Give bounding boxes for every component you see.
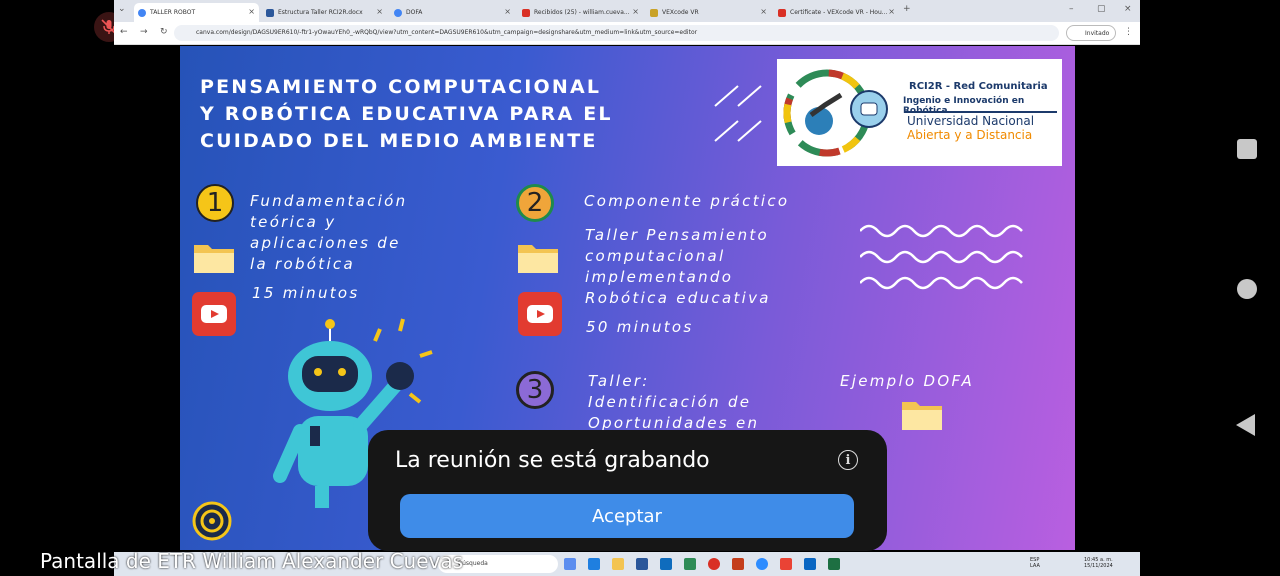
forward-icon[interactable]: → — [140, 27, 148, 37]
tab-gmail[interactable]: Recibidos (25) - william.cueva... × — [518, 3, 643, 22]
number-3-badge: 3 — [516, 371, 554, 409]
slide-title: PENSAMIENTO COMPUTACIONAL Y ROBÓTICA EDU… — [200, 76, 613, 152]
reload-icon[interactable]: ↻ — [160, 27, 168, 37]
decorative-slashes — [714, 85, 762, 142]
app-icon[interactable] — [636, 558, 648, 570]
app-icon[interactable] — [588, 558, 600, 570]
accept-button[interactable]: Aceptar — [400, 494, 854, 538]
canva-icon — [138, 8, 146, 17]
tab-certificate[interactable]: Certificate - VEXcode VR - Hou... × — [774, 3, 899, 22]
url-field[interactable]: canva.com/design/DAGSU9ER610/-ftr1-yOwau… — [174, 25, 1059, 41]
new-tab-icon[interactable]: + — [903, 4, 911, 14]
vexcode-icon — [778, 8, 786, 17]
browser-tab-bar: ⌄ TALLER ROBOT × Estructura Taller RCI2R… — [114, 0, 1140, 22]
guest-profile-button[interactable]: Invitado — [1066, 25, 1116, 41]
minimize-icon[interactable]: – — [1069, 4, 1074, 14]
close-icon[interactable]: × — [376, 7, 383, 16]
close-icon[interactable]: × — [888, 7, 895, 16]
folder-icon[interactable] — [900, 398, 944, 432]
close-icon[interactable]: × — [248, 7, 255, 16]
screen-sharer-caption: Pantalla de ETR William Alexander Cuevas — [40, 549, 464, 573]
recents-button[interactable] — [1237, 139, 1257, 159]
excel-icon[interactable] — [828, 558, 840, 570]
unad-logo: RCI2R - Red Comunitaria Ingenio e Innova… — [777, 59, 1062, 166]
decorative-waves — [860, 224, 1023, 290]
canva-icon — [394, 8, 402, 17]
gmail-icon — [522, 8, 530, 17]
number-2-badge: 2 — [516, 184, 554, 222]
chrome-icon[interactable] — [708, 558, 720, 570]
home-button[interactable] — [1237, 279, 1257, 299]
folder-icon[interactable] — [192, 241, 236, 275]
zoom-icon[interactable] — [756, 558, 768, 570]
app-icon[interactable] — [564, 558, 576, 570]
logo-divider — [905, 111, 1057, 113]
info-icon[interactable]: i — [838, 450, 858, 470]
back-button[interactable] — [1236, 414, 1255, 436]
app-icon[interactable] — [780, 558, 792, 570]
maximize-icon[interactable]: ▢ — [1097, 4, 1106, 14]
section2-duration: 50 minutos — [586, 318, 694, 336]
language-indicator[interactable]: ESP LAA — [1030, 557, 1040, 569]
section2-text: Taller Pensamiento computacional impleme… — [585, 226, 771, 307]
section1-duration: 15 minutos — [252, 284, 360, 302]
mail-icon[interactable] — [660, 558, 672, 570]
address-bar: ← → ↻ canva.com/design/DAGSU9ER610/-ftr1… — [114, 22, 1140, 45]
youtube-icon[interactable] — [518, 292, 562, 336]
youtube-icon[interactable] — [192, 292, 236, 336]
recording-notice-dialog: La reunión se está grabando i Aceptar — [368, 430, 887, 551]
vexcode-icon — [650, 8, 658, 17]
tab-estructura-taller[interactable]: Estructura Taller RCI2R.docx × — [262, 3, 387, 22]
section1-text: Fundamentación teórica y aplicaciones de… — [250, 192, 408, 273]
close-icon[interactable]: × — [632, 7, 639, 16]
section3-text: Taller: Identificación de Oportunidades … — [588, 372, 760, 432]
tab-dofa[interactable]: DOFA × — [390, 3, 515, 22]
app-icon[interactable] — [804, 558, 816, 570]
back-icon[interactable]: ← — [120, 27, 128, 37]
close-icon[interactable]: × — [760, 7, 767, 16]
folder-icon[interactable] — [612, 558, 624, 570]
folder-icon[interactable] — [516, 241, 560, 275]
edge-icon[interactable] — [684, 558, 696, 570]
close-icon[interactable]: × — [504, 7, 511, 16]
number-1-badge: 1 — [196, 184, 234, 222]
android-nav-bar — [1140, 0, 1280, 576]
tab-vexcode[interactable]: VEXcode VR × — [646, 3, 771, 22]
clock[interactable]: 10:45 a. m. 15/11/2024 — [1084, 557, 1113, 569]
section2-heading: Componente práctico — [584, 192, 790, 210]
dofa-example-label: Ejemplo DOFA — [840, 372, 975, 390]
robot-logo-icon — [783, 69, 888, 157]
recording-message: La reunión se está grabando — [395, 448, 710, 473]
tab-taller-robot[interactable]: TALLER ROBOT × — [134, 3, 259, 22]
powerpoint-icon[interactable] — [732, 558, 744, 570]
target-icon — [192, 501, 232, 541]
kebab-menu-icon[interactable]: ⋮ — [1124, 27, 1133, 37]
word-icon — [266, 8, 274, 17]
close-window-icon[interactable]: × — [1124, 4, 1132, 14]
tab-menu-icon[interactable]: ⌄ — [118, 4, 126, 14]
